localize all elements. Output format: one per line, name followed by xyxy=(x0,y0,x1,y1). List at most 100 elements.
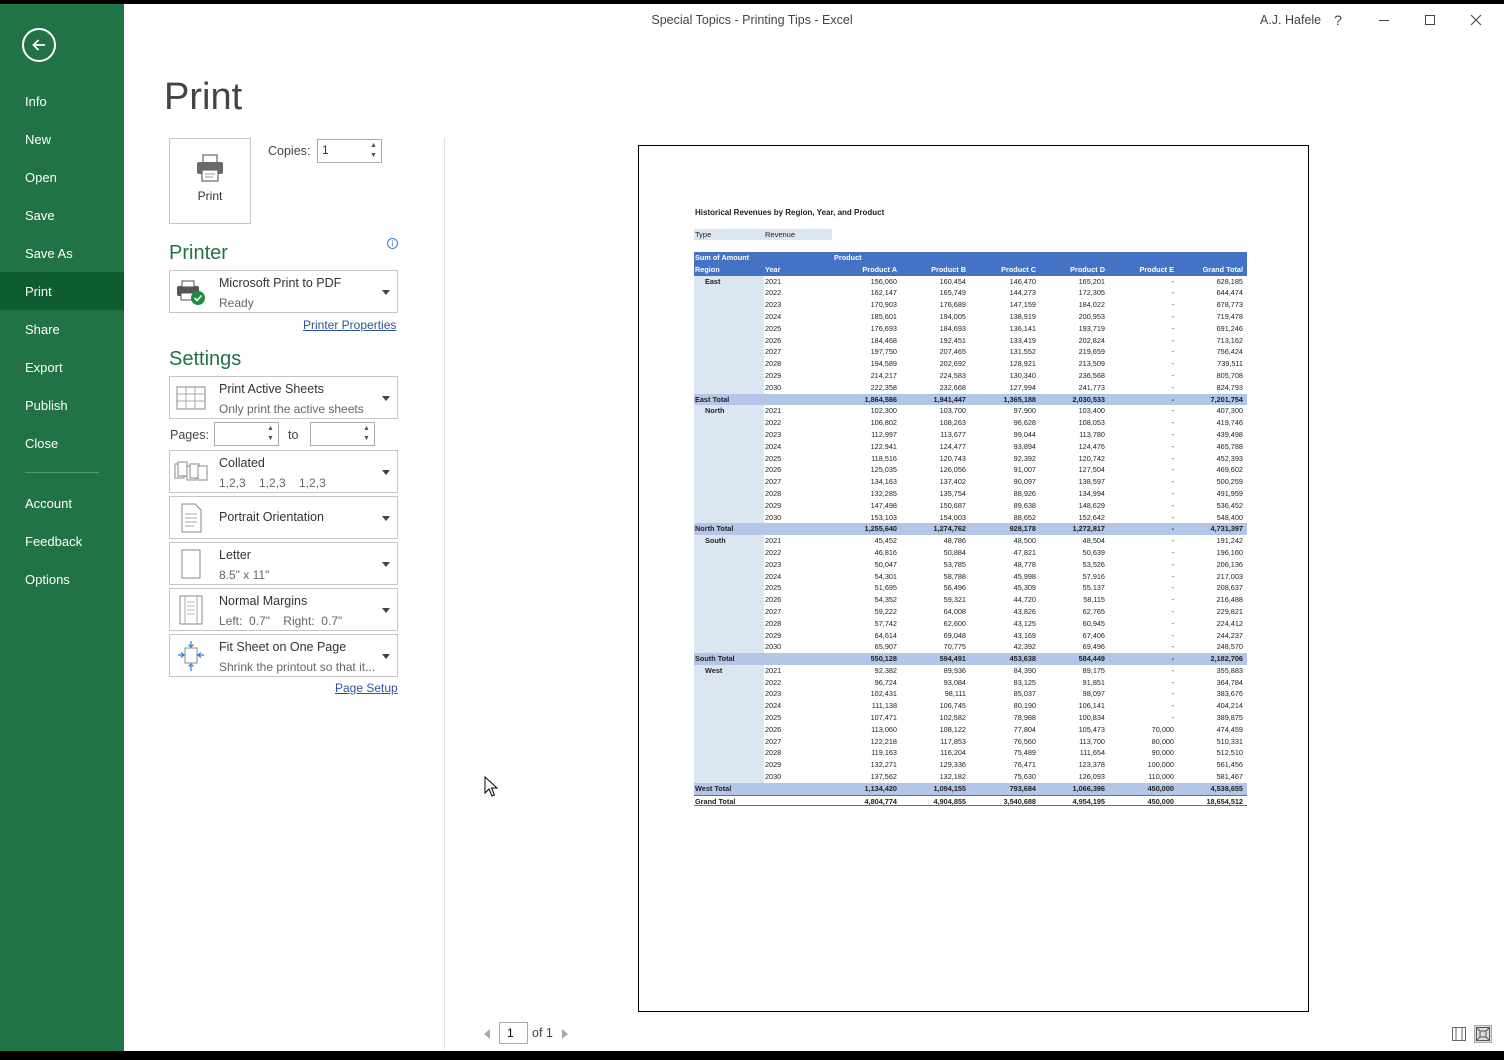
copies-up-button[interactable]: ▲ xyxy=(368,141,379,151)
pivot-subtotal-row: East Total 1,864,586 1,941,447 1,365,188 2,0… xyxy=(694,393,1247,406)
maximize-button[interactable] xyxy=(1410,6,1450,34)
value-cell: 46,816 xyxy=(874,547,897,557)
printer-icon xyxy=(197,154,223,182)
value-cell: 165,749 xyxy=(939,288,966,298)
value-cell: 452,393 xyxy=(1216,453,1243,463)
subtotal-cell: - xyxy=(1171,524,1174,534)
nav-item-options[interactable]: Options xyxy=(0,560,124,598)
value-cell: 45,452 xyxy=(874,536,897,546)
region-cell xyxy=(694,464,764,477)
print-what-dropdown[interactable]: Print Active Sheets Only print the activ… xyxy=(169,376,398,419)
subtotal-cell: 7,201,754 xyxy=(1210,394,1243,404)
nav-item-open[interactable]: Open xyxy=(0,158,124,196)
year-cell: 2026 xyxy=(765,595,782,605)
value-cell: 131,552 xyxy=(1009,347,1036,357)
pages-to-down-button[interactable]: ▼ xyxy=(361,434,372,444)
value-cell: 58,115 xyxy=(1083,595,1105,605)
grand-total-cell: 450,000 xyxy=(1147,796,1174,806)
grand-total-label: Grand Total xyxy=(695,796,736,806)
value-cell: 70,000 xyxy=(1151,724,1174,734)
page-setup-link[interactable]: Page Setup xyxy=(335,681,398,695)
account-name[interactable]: A.J. Hafele xyxy=(1260,13,1321,27)
nav-item-export[interactable]: Export xyxy=(0,348,124,386)
subtotal-cell: - xyxy=(1171,654,1174,664)
current-page-input[interactable] xyxy=(500,1023,527,1043)
print-preview-page: Historical Revenues by Region, Year, and… xyxy=(638,145,1309,1012)
value-cell: - xyxy=(1171,665,1174,675)
value-cell: 404,214 xyxy=(1216,701,1243,711)
collation-dropdown[interactable]: Collated 1,2,3 1,2,3 1,2,3 xyxy=(169,450,398,493)
value-cell: 118,516 xyxy=(871,453,897,463)
nav-item-publish[interactable]: Publish xyxy=(0,386,124,424)
region-cell xyxy=(694,641,764,654)
pivot-data-row: 2027 197,750 207,465 131,552 219,659 - 756,424 xyxy=(694,346,1247,359)
zoom-to-page-button[interactable] xyxy=(1474,1025,1492,1043)
nav-item-feedback[interactable]: Feedback xyxy=(0,522,124,560)
region-cell xyxy=(694,476,764,488)
help-button[interactable]: ? xyxy=(1318,6,1358,34)
printer-dropdown[interactable]: Microsoft Print to PDF Ready xyxy=(169,270,398,313)
pages-from-stepper[interactable]: ▲ ▼ xyxy=(214,422,279,446)
value-cell: 97,900 xyxy=(1013,406,1036,416)
info-icon[interactable]: i xyxy=(387,238,398,249)
subtotal-cell: 1,066,396 xyxy=(1072,783,1105,793)
nav-item-new[interactable]: New xyxy=(0,120,124,158)
pages-from-input[interactable] xyxy=(219,426,263,440)
page-count: of 1 xyxy=(532,1026,553,1040)
nav-item-save[interactable]: Save xyxy=(0,196,124,234)
nav-item-account[interactable]: Account xyxy=(0,484,124,522)
pivot-data-row: 2022 46,816 50,884 47,821 50,639 - 196,160 xyxy=(694,546,1247,559)
pivot-data-row: 2028 132,285 135,754 88,926 134,994 - 491,959 xyxy=(694,487,1247,500)
value-cell: 108,263 xyxy=(939,418,966,428)
nav-item-close[interactable]: Close xyxy=(0,424,124,462)
nav-item-print[interactable]: Print xyxy=(0,272,124,310)
print-button[interactable]: Print xyxy=(169,138,251,224)
previous-page-icon[interactable] xyxy=(484,1029,490,1039)
value-cell: 78,988 xyxy=(1013,713,1036,723)
pages-from-down-button[interactable]: ▼ xyxy=(265,434,276,444)
year-cell: 2028 xyxy=(765,359,782,369)
region-cell xyxy=(694,417,764,429)
subtotal-cell: - xyxy=(1171,394,1174,404)
back-button[interactable] xyxy=(22,28,56,62)
value-cell: 69,048 xyxy=(943,630,966,640)
close-window-button[interactable] xyxy=(1456,6,1496,34)
year-cell: 2026 xyxy=(765,335,782,345)
pivot-header-product-b: Product B xyxy=(931,264,966,274)
copies-stepper[interactable]: ▲ ▼ xyxy=(317,139,382,163)
value-cell: 122,941 xyxy=(870,441,897,451)
year-cell: 2024 xyxy=(765,701,782,711)
copies-input[interactable] xyxy=(322,143,366,157)
printer-properties-link[interactable]: Printer Properties xyxy=(303,318,396,332)
paper-size-dropdown[interactable]: Letter 8.5" x 11" xyxy=(169,542,398,585)
pages-to-stepper[interactable]: ▲ ▼ xyxy=(310,422,375,446)
pages-to-input[interactable] xyxy=(315,426,359,440)
pivot-header-row: Region Year Product A Product B Product … xyxy=(694,263,1247,276)
pages-to-up-button[interactable]: ▲ xyxy=(361,424,372,434)
value-cell: 89,936 xyxy=(943,665,966,675)
next-page-icon[interactable] xyxy=(562,1029,568,1039)
value-cell: 216,488 xyxy=(1216,595,1243,605)
show-margins-button[interactable] xyxy=(1450,1025,1468,1043)
scaling-dropdown[interactable]: Fit Sheet on One Page Shrink the printou… xyxy=(169,634,398,677)
pivot-data-row: 2023 112,997 113,677 99,044 113,780 - 439,498 xyxy=(694,428,1247,441)
nav-item-share[interactable]: Share xyxy=(0,310,124,348)
current-page-field[interactable] xyxy=(499,1022,528,1044)
paper-size-label: Letter xyxy=(219,548,251,562)
orientation-dropdown[interactable]: Portrait Orientation xyxy=(169,496,398,539)
year-cell: 2023 xyxy=(765,429,782,439)
minimize-button[interactable] xyxy=(1364,6,1404,34)
scaling-label: Fit Sheet on One Page xyxy=(219,640,347,654)
value-cell: 137,562 xyxy=(870,772,897,782)
nav-item-save-as[interactable]: Save As xyxy=(0,234,124,272)
subtotal-cell: 1,941,447 xyxy=(933,394,966,404)
copies-down-button[interactable]: ▼ xyxy=(368,151,379,161)
subtotal-cell: 1,272,817 xyxy=(1072,524,1105,534)
value-cell: 108,053 xyxy=(1078,418,1105,428)
pivot-data-row: East 2021 156,060 160,454 146,470 165,201 - 628… xyxy=(694,275,1247,288)
value-cell: 96,724 xyxy=(874,677,897,687)
pages-from-up-button[interactable]: ▲ xyxy=(265,424,276,434)
nav-item-info[interactable]: Info xyxy=(0,82,124,120)
margins-dropdown[interactable]: Normal Margins Left: 0.7" Right: 0.7" xyxy=(169,588,398,631)
value-cell: 50,884 xyxy=(943,547,966,557)
